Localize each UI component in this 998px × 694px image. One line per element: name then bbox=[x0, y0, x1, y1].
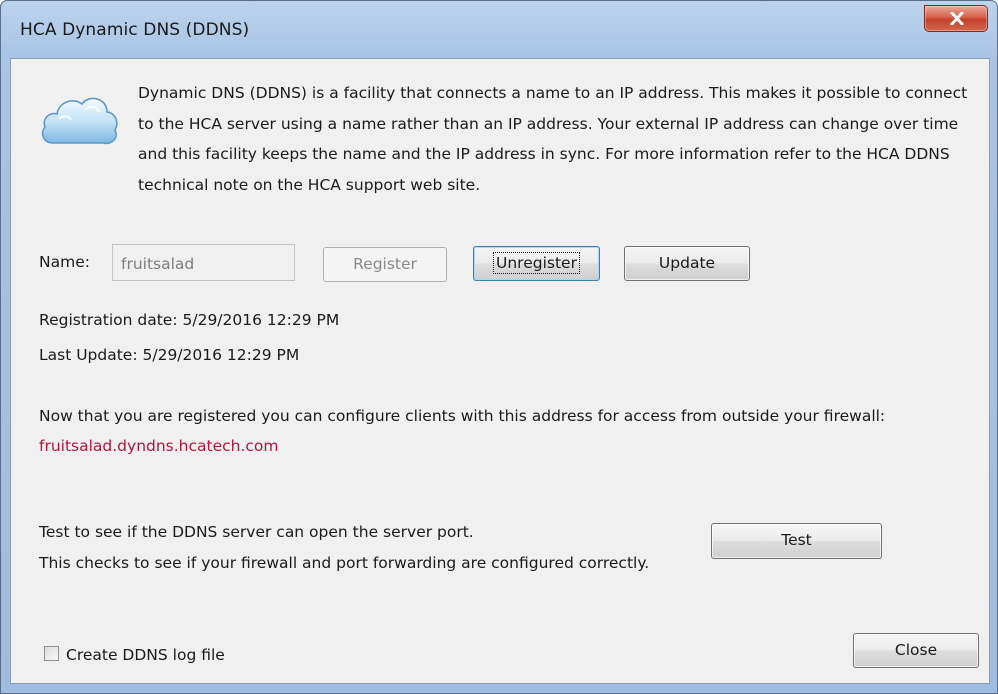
log-file-checkbox[interactable] bbox=[44, 646, 59, 661]
test-button[interactable]: Test bbox=[711, 523, 882, 559]
registration-date: Registration date: 5/29/2016 12:29 PM bbox=[39, 311, 340, 329]
update-button[interactable]: Update bbox=[624, 246, 750, 281]
unregister-button[interactable]: Unregister bbox=[473, 246, 600, 281]
test-description-line2: This checks to see if your firewall and … bbox=[39, 554, 650, 572]
close-button[interactable]: Close bbox=[853, 633, 979, 668]
register-label: Register bbox=[353, 255, 417, 273]
close-label: Close bbox=[894, 641, 938, 659]
update-label: Update bbox=[658, 254, 716, 272]
intro-text: Dynamic DNS (DDNS) is a facility that co… bbox=[138, 84, 968, 194]
address-info: Now that you are registered you can conf… bbox=[39, 407, 886, 425]
last-update: Last Update: 5/29/2016 12:29 PM bbox=[39, 346, 300, 364]
name-field[interactable] bbox=[112, 244, 295, 281]
name-label: Name: bbox=[39, 253, 90, 271]
ddns-hostname: fruitsalad.dyndns.hcatech.com bbox=[39, 437, 279, 455]
title-bar[interactable]: HCA Dynamic DNS (DDNS) bbox=[1, 1, 997, 59]
register-button[interactable]: Register bbox=[323, 247, 447, 282]
log-file-label[interactable]: Create DDNS log file bbox=[66, 646, 225, 664]
test-label: Test bbox=[781, 531, 812, 549]
window-close-button[interactable] bbox=[924, 5, 988, 32]
close-icon bbox=[950, 12, 964, 25]
window-title: HCA Dynamic DNS (DDNS) bbox=[20, 20, 250, 40]
cloud-icon bbox=[41, 97, 118, 145]
test-description-line1: Test to see if the DDNS server can open … bbox=[39, 523, 474, 541]
unregister-label: Unregister bbox=[493, 252, 580, 274]
ddns-dialog: HCA Dynamic DNS (DDNS) Dynamic DNS (DDNS… bbox=[0, 0, 998, 694]
dialog-body: Dynamic DNS (DDNS) is a facility that co… bbox=[10, 58, 990, 684]
